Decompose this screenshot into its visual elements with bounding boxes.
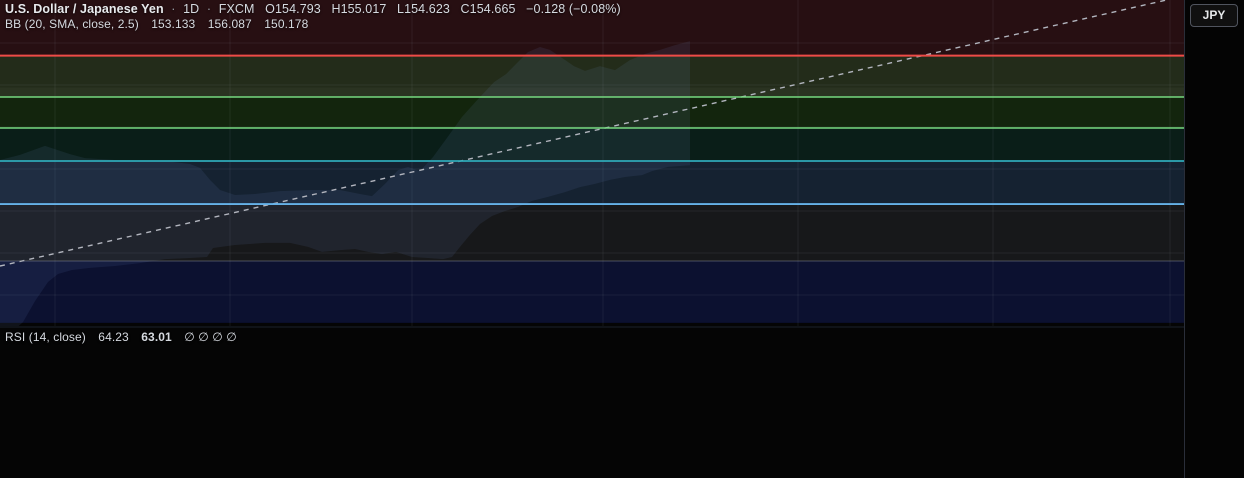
pane-separator[interactable] xyxy=(0,326,1244,328)
ohlc-close: C154.665 xyxy=(460,2,516,16)
change-label: −0.128 (−0.08%) xyxy=(526,2,621,16)
rsi-label[interactable]: RSI (14, close) xyxy=(5,330,86,344)
price-axis[interactable]: JPY xyxy=(1184,0,1244,478)
bb-lower-value: 150.178 xyxy=(264,17,309,31)
rsi-empty-values: ∅ ∅ ∅ ∅ xyxy=(184,330,237,344)
bb-label[interactable]: BB (20, SMA, close, 2.5) xyxy=(5,17,139,31)
ohlc-open: O154.793 xyxy=(265,2,321,16)
main-price-pane[interactable] xyxy=(0,0,1185,340)
rsi-indicator-legend[interactable]: RSI (14, close) 64.23 63.01 ∅ ∅ ∅ ∅ xyxy=(5,330,237,344)
symbol-legend[interactable]: U.S. Dollar / Japanese Yen · 1D · FXCM O… xyxy=(5,2,621,16)
interval-label[interactable]: 1D xyxy=(183,2,199,16)
ohlc-high: H155.017 xyxy=(331,2,387,16)
bb-basis-value: 153.133 xyxy=(151,17,196,31)
rsi-value: 64.23 xyxy=(98,330,129,344)
bb-indicator-legend[interactable]: BB (20, SMA, close, 2.5) 153.133 156.087… xyxy=(5,17,308,31)
trading-chart-window: U.S. Dollar / Japanese Yen · 1D · FXCM O… xyxy=(0,0,1244,478)
separator-dot: · xyxy=(171,2,176,16)
separator-dot: · xyxy=(206,2,212,16)
rsi-ma-value: 63.01 xyxy=(141,330,172,344)
bb-upper-value: 156.087 xyxy=(207,17,252,31)
symbol-title[interactable]: U.S. Dollar / Japanese Yen xyxy=(5,2,164,16)
exchange-label[interactable]: FXCM xyxy=(219,2,255,16)
currency-button[interactable]: JPY xyxy=(1190,4,1238,27)
chart-canvas[interactable] xyxy=(0,0,1185,478)
ohlc-low: L154.623 xyxy=(397,2,450,16)
